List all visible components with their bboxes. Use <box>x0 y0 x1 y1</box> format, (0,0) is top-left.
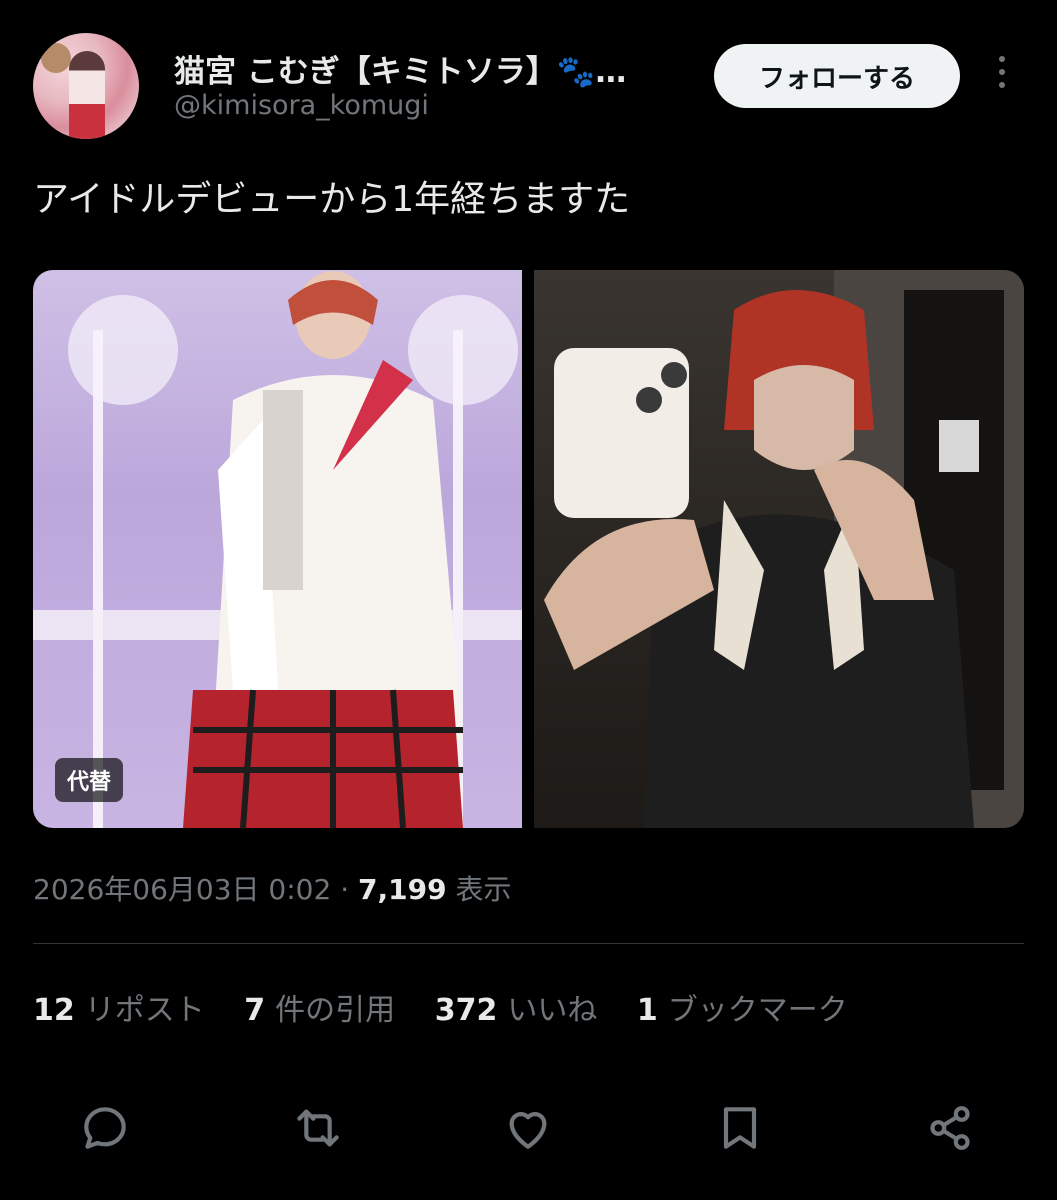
media-photo-1[interactable]: 代替 <box>33 270 522 828</box>
tweet-meta: 2026年06月03日 0:02 · 7,199 表示 <box>33 868 511 908</box>
divider <box>33 943 1024 944</box>
alt-text-badge[interactable]: 代替 <box>55 758 124 802</box>
action-bar <box>0 1100 1057 1160</box>
meta-separator: · <box>331 873 358 906</box>
bookmark-icon[interactable] <box>712 1100 768 1156</box>
user-handle[interactable]: @kimisora_komugi <box>174 90 429 121</box>
media-photo-2[interactable] <box>534 270 1024 828</box>
reply-icon[interactable] <box>77 1100 133 1156</box>
stat-bookmarks[interactable]: 1 ブックマーク <box>637 993 848 1028</box>
tweet-text: アイドルデビューから1年経ちますた <box>33 179 631 220</box>
avatar-figure-shape <box>69 51 105 139</box>
views-count: 7,199 <box>358 873 447 906</box>
timestamp[interactable]: 2026年06月03日 0:02 <box>33 873 331 906</box>
stat-quotes[interactable]: 7 件の引用 <box>244 993 395 1028</box>
display-name[interactable]: 猫宮 こむぎ【キミトソラ】🐾… <box>174 46 664 91</box>
views-label: 表示 <box>446 873 512 906</box>
stat-likes[interactable]: 372 いいね <box>435 993 598 1028</box>
stat-reposts[interactable]: 12 リポスト <box>33 993 205 1028</box>
photo-2-illustration <box>544 270 1024 828</box>
share-icon[interactable] <box>922 1100 978 1156</box>
avatar[interactable] <box>33 33 139 139</box>
photo-1-illustration <box>33 271 522 828</box>
engagement-stats: 12 リポスト 7 件の引用 372 いいね 1 ブックマーク <box>33 985 878 1029</box>
more-options-icon[interactable] <box>990 56 1014 96</box>
repost-icon[interactable] <box>290 1100 346 1156</box>
follow-button[interactable]: フォローする <box>714 44 960 108</box>
avatar-bear-shape <box>41 43 71 73</box>
like-icon[interactable] <box>500 1100 556 1156</box>
